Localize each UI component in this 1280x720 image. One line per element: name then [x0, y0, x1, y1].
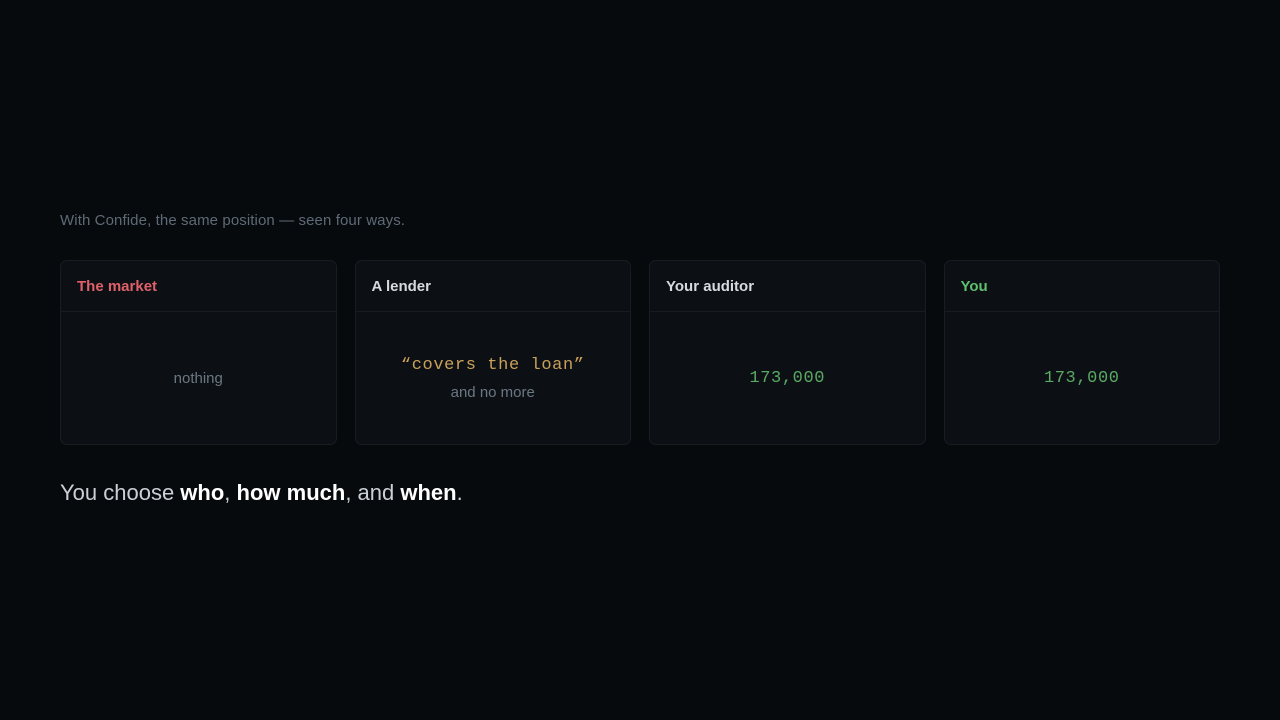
slide: With Confide, the same position — seen f…	[0, 0, 1280, 720]
tagline-how-much: how much	[236, 480, 346, 505]
tagline-who: who	[180, 480, 225, 505]
card-market: The market nothing	[60, 260, 337, 445]
card-value-auditor: 173,000	[749, 368, 826, 388]
card-title-you: You	[944, 261, 1219, 312]
tagline-when: when	[400, 480, 457, 505]
viewer-cards: The market nothing A lender “covers the …	[60, 260, 1220, 445]
tagline-sep2: , and	[345, 480, 401, 505]
tagline-suffix: .	[456, 480, 463, 505]
card-lender: A lender “covers the loan” and no more	[354, 260, 631, 445]
tagline: You choose who, how much, and when.	[60, 480, 463, 506]
card-title-auditor: Your auditor	[650, 261, 925, 312]
card-title-lender: A lender	[355, 261, 630, 312]
card-title-market: The market	[61, 261, 336, 312]
card-body-lender: “covers the loan” and no more	[356, 312, 631, 444]
card-value-you: 173,000	[1043, 368, 1120, 388]
intro-text: With Confide, the same position — seen f…	[60, 212, 406, 229]
card-body-you: 173,000	[945, 312, 1220, 444]
card-value-lender: “covers the loan”	[400, 355, 585, 375]
card-body-auditor: 173,000	[650, 312, 925, 444]
card-auditor: Your auditor 173,000	[649, 260, 926, 445]
card-value-market: nothing	[173, 369, 223, 387]
tagline-prefix: You choose	[60, 480, 181, 505]
tagline-sep1: ,	[224, 480, 237, 505]
card-you: You 173,000	[943, 260, 1220, 445]
card-note-lender: and no more	[450, 383, 535, 401]
card-body-market: nothing	[61, 312, 336, 444]
